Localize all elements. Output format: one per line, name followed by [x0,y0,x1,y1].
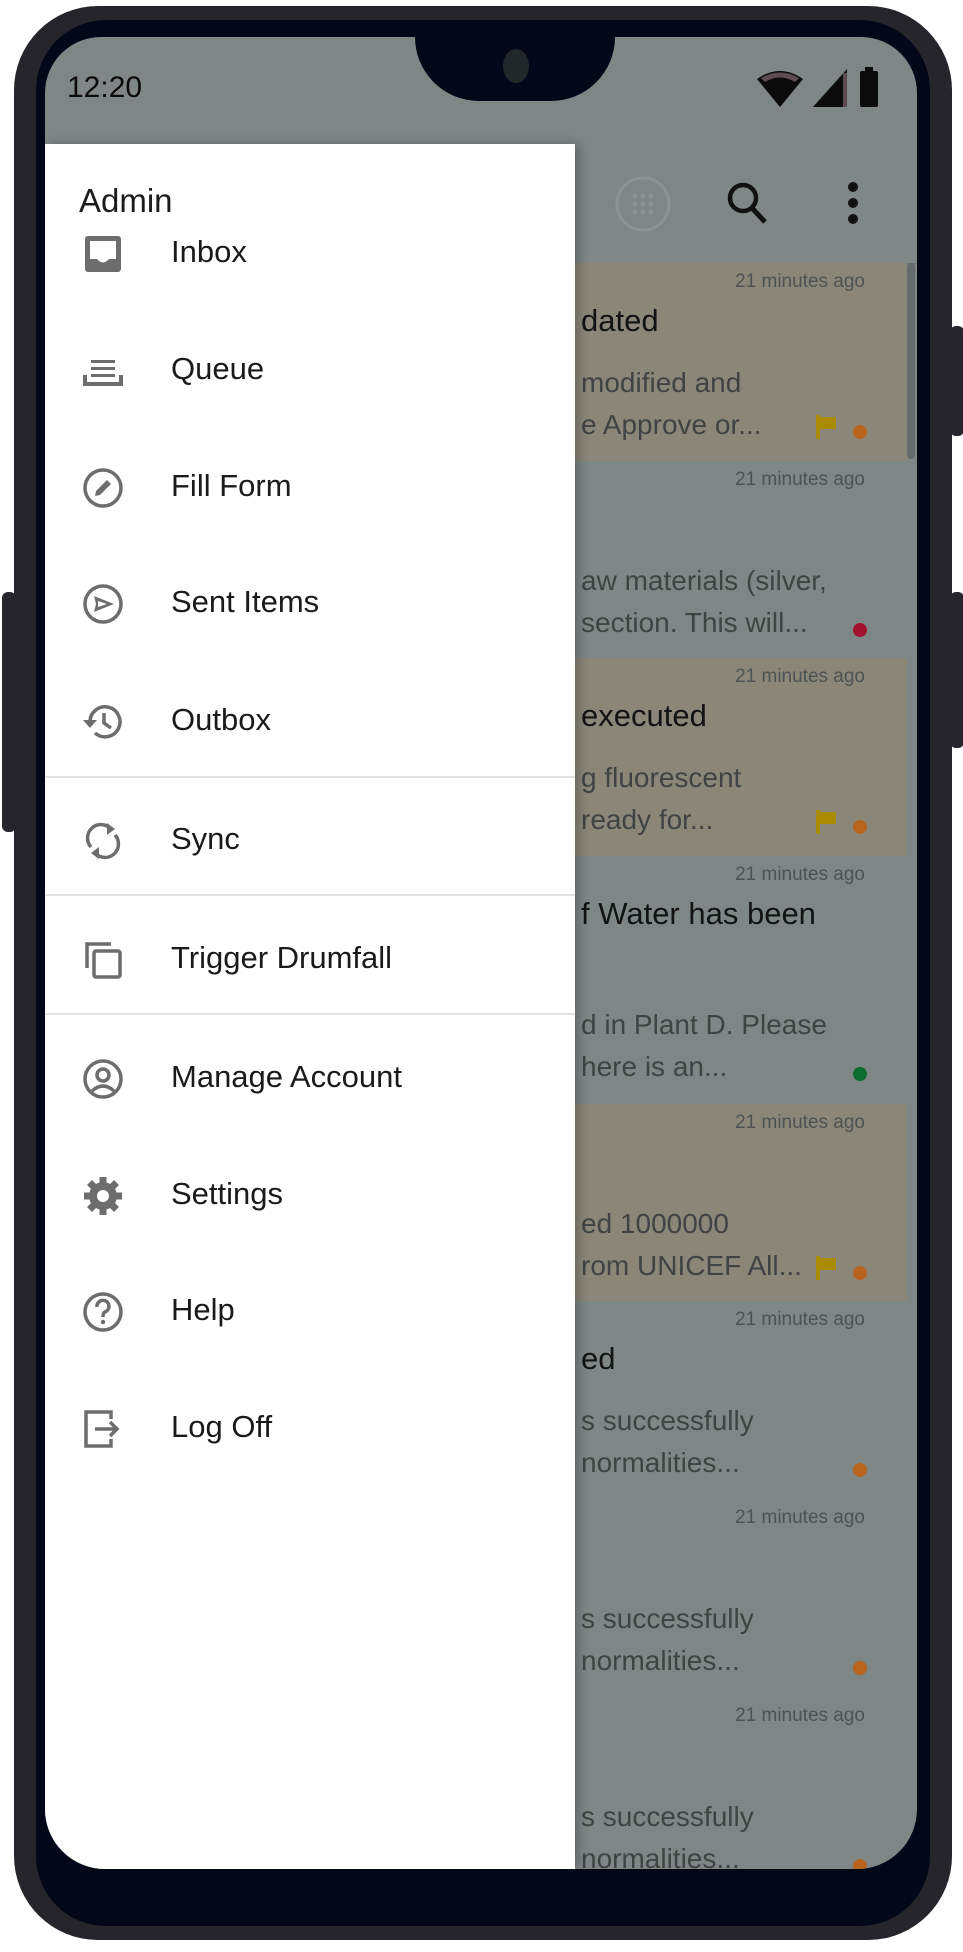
card-body-line: aw materials (silver, [581,565,827,596]
flag-icon [816,810,836,834]
screen: 12:20 21 minutes ago dated modified and e A… [45,37,917,1869]
menu-item-label: Log Off [171,1409,273,1444]
status-dot [853,425,867,439]
card-body-line: modified and [581,367,742,398]
status-dot [853,623,867,637]
card-timestamp: 21 minutes ago [735,469,865,490]
card-body-line: d in Plant D. Please [581,1009,827,1040]
queue-icon [83,360,123,386]
card-body-line: rom UNICEF All... [581,1250,802,1281]
card-timestamp: 21 minutes ago [735,1309,865,1330]
card-timestamp: 21 minutes ago [735,864,865,885]
status-dot [853,1266,867,1280]
menu-item-help[interactable]: Help [45,1262,575,1362]
menu-item-label: Inbox [171,234,247,269]
menu-item-log-off[interactable]: Log Off [45,1379,575,1479]
power-button [950,326,963,436]
card-body-line: ready for... [581,804,714,835]
card-body-line: normalities... [581,1645,740,1676]
card-timestamp: 21 minutes ago [735,666,865,687]
card-title: ed [581,1341,616,1376]
divider [45,894,575,896]
flag-icon [816,1256,836,1280]
search-icon[interactable] [725,180,771,226]
menu-item-settings[interactable]: Settings [45,1146,575,1246]
logout-icon [84,1410,120,1448]
menu-item-outbox[interactable]: Outbox [45,672,575,772]
edit-circle-icon [83,468,123,508]
inbox-icon [85,236,121,272]
menu-item-sync[interactable]: Sync [45,791,575,891]
apps-icon[interactable] [613,174,673,234]
card-body-line: s successfully [581,1801,754,1832]
card-title: f Water has been [581,896,816,931]
card-body-line: e Approve or... [581,409,762,440]
menu-item-inbox[interactable]: Inbox [45,204,575,304]
menu-item-label: Sync [171,821,240,856]
status-time: 12:20 [67,71,143,104]
card-body-line: s successfully [581,1405,754,1436]
wifi-icon [757,71,803,107]
account-circle-icon [83,1059,123,1099]
divider [45,1013,575,1015]
card-body-line: s successfully [581,1603,754,1634]
menu-item-queue[interactable]: Queue [45,321,575,421]
side-button [2,592,16,832]
card-body-line: g fluorescent [581,762,742,793]
signal-icon [813,69,847,107]
sync-icon [85,822,121,860]
card-body-line: ed 1000000 [581,1208,729,1239]
status-dot [853,1067,867,1081]
scrollbar[interactable] [907,263,915,459]
menu-item-label: Sent Items [171,584,320,619]
navigation-drawer: Admin Inbox Queue Fill Form Sent Items O… [45,144,575,1869]
flag-icon [816,415,836,439]
menu-item-label: Trigger Drumfall [171,940,393,975]
status-dot [853,1463,867,1477]
status-dot [853,1661,867,1675]
battery-icon [860,67,878,107]
menu-item-label: Settings [171,1176,284,1211]
gear-icon [84,1177,122,1215]
card-body-line: section. This will... [581,607,808,638]
card-body-line: normalities... [581,1447,740,1478]
status-dot [853,820,867,834]
more-vert-icon[interactable] [845,180,861,226]
menu-item-sent-items[interactable]: Sent Items [45,554,575,654]
help-circle-icon [83,1292,123,1332]
copy-icon [85,942,122,979]
card-timestamp: 21 minutes ago [735,1705,865,1726]
card-timestamp: 21 minutes ago [735,271,865,292]
card-body-line: normalities... [581,1843,740,1869]
menu-item-manage-account[interactable]: Manage Account [45,1029,575,1129]
status-icons [755,67,879,107]
menu-item-fill-form[interactable]: Fill Form [45,438,575,538]
menu-item-label: Queue [171,351,265,386]
card-body-line: here is an... [581,1051,728,1082]
volume-button [950,592,963,748]
history-icon [83,705,122,739]
camera [503,49,529,83]
menu-item-label: Fill Form [171,468,292,503]
send-circle-icon [83,584,123,624]
card-timestamp: 21 minutes ago [735,1507,865,1528]
card-timestamp: 21 minutes ago [735,1112,865,1133]
card-title: dated [581,303,659,338]
menu-item-label: Help [171,1292,235,1327]
menu-item-label: Manage Account [171,1059,402,1094]
menu-item-trigger-drumfall[interactable]: Trigger Drumfall [45,910,575,1010]
status-dot [853,1859,867,1869]
menu-item-label: Outbox [171,702,271,737]
card-title: executed [581,698,707,733]
divider [45,776,575,778]
